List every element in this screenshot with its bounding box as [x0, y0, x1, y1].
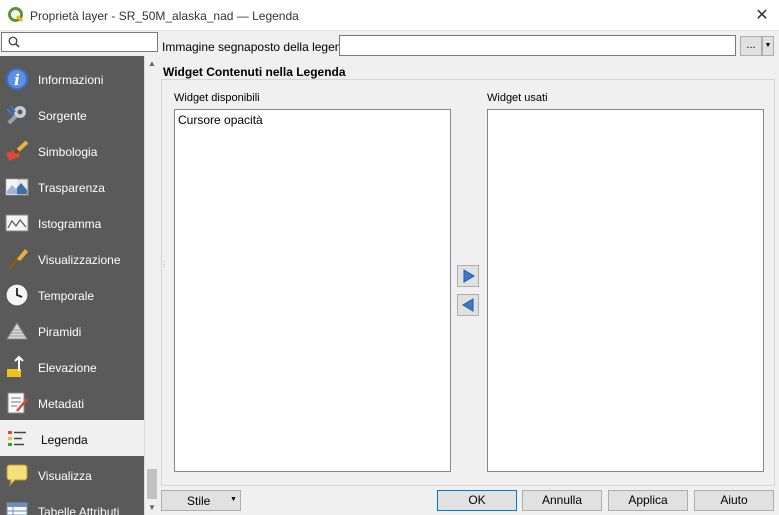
used-widgets-label: Widget usati: [487, 92, 548, 104]
sidebar-item-label: Istogramma: [38, 217, 102, 231]
rendering-icon: [7, 249, 28, 270]
display-icon: [6, 464, 28, 487]
available-widgets-label: Widget disponibili: [174, 92, 260, 104]
help-button[interactable]: Aiuto: [694, 490, 774, 511]
sidebar-item-visualizzazione[interactable]: Visualizzazione: [0, 240, 144, 276]
browse-button[interactable]: ...: [740, 36, 762, 56]
sidebar-item-label: Elevazione: [38, 361, 97, 375]
sidebar-item-piramidi[interactable]: Piramidi: [0, 312, 144, 348]
legend-panel: Immagine segnaposto della legenda ... ▼ …: [160, 31, 779, 515]
chevron-down-icon: ▼: [764, 42, 772, 49]
remove-widget-button[interactable]: [457, 294, 479, 316]
sidebar-scrollbar[interactable]: ▲ ▼: [144, 56, 158, 515]
sidebar-item-informazioni[interactable]: i Informazioni: [0, 60, 144, 96]
sidebar-item-label: Trasparenza: [38, 181, 105, 195]
sidebar-item-label: Visualizzazione: [38, 253, 121, 267]
close-button[interactable]: ✕: [745, 0, 779, 31]
sidebar-item-label: Simbologia: [38, 145, 98, 159]
sidebar-item-istogramma[interactable]: Istogramma: [0, 204, 144, 240]
sidebar-item-label: Sorgente: [38, 109, 87, 123]
sidebar-item-legenda[interactable]: Legenda: [0, 420, 144, 456]
sidebar-item-temporale[interactable]: Temporale: [0, 276, 144, 312]
attribute-tables-icon: [6, 502, 28, 515]
style-label: Stile: [187, 494, 211, 508]
scrollbar-thumb[interactable]: [147, 469, 157, 499]
metadata-icon: [7, 392, 28, 414]
sidebar-item-label: Metadati: [38, 397, 85, 411]
apply-button[interactable]: Applica: [608, 490, 688, 511]
arrow-right-icon: [463, 269, 475, 283]
elevation-icon: [7, 355, 24, 377]
window-title: Proprietà layer - SR_50M_alaska_nad — Le…: [30, 9, 299, 23]
style-menu-button[interactable]: Stile ▼: [161, 490, 241, 511]
list-item[interactable]: Cursore opacità: [178, 113, 263, 127]
svg-text:i: i: [14, 71, 20, 89]
sidebar-item-label: Legenda: [41, 433, 88, 447]
placeholder-image-label: Immagine segnaposto della legenda: [162, 40, 355, 54]
sidebar-item-trasparenza[interactable]: Trasparenza: [0, 168, 144, 204]
transparency-icon: [5, 178, 29, 196]
group-title: Widget Contenuti nella Legenda: [163, 65, 346, 79]
available-widgets-list[interactable]: Cursore opacità: [174, 109, 451, 472]
sidebar-list: i Informazioni Sorgente Simbologia Trasp…: [0, 56, 144, 515]
scroll-down-icon[interactable]: ▼: [148, 503, 156, 512]
search-input[interactable]: [1, 32, 158, 52]
search-icon: [8, 36, 20, 48]
add-widget-button[interactable]: [457, 265, 479, 287]
scroll-up-icon[interactable]: ▲: [148, 59, 156, 68]
pyramids-icon: [6, 322, 28, 340]
chevron-down-icon: ▼: [230, 496, 237, 503]
symbology-icon: [5, 140, 29, 161]
sidebar-item-elevazione[interactable]: Elevazione: [0, 348, 144, 384]
sidebar-item-tabelle-attributi[interactable]: Tabelle Attributi: [0, 492, 144, 515]
sidebar-item-label: Tabelle Attributi: [38, 505, 120, 515]
sidebar-item-metadati[interactable]: Metadati: [0, 384, 144, 420]
legend-icon: [8, 431, 26, 446]
arrow-left-icon: [462, 298, 474, 312]
title-bar: Proprietà layer - SR_50M_alaska_nad — Le…: [0, 0, 779, 31]
sidebar-item-label: Temporale: [38, 289, 95, 303]
information-icon: i: [6, 68, 28, 90]
source-icon: [6, 105, 26, 125]
sidebar-item-label: Piramidi: [38, 325, 82, 339]
used-widgets-list[interactable]: [487, 109, 764, 472]
sidebar: i Informazioni Sorgente Simbologia Trasp…: [0, 31, 160, 515]
legend-widgets-group: Widget disponibili Cursore opacità Widge…: [161, 79, 775, 486]
placeholder-image-input[interactable]: [339, 35, 736, 56]
sidebar-item-label: Informazioni: [38, 73, 104, 87]
sidebar-item-visualizza[interactable]: Visualizza: [0, 456, 144, 492]
browse-dropdown-button[interactable]: ▼: [762, 36, 774, 56]
sidebar-item-simbologia[interactable]: Simbologia: [0, 132, 144, 168]
sidebar-item-label: Visualizza: [38, 469, 92, 483]
qgis-icon: [8, 7, 24, 23]
cancel-button[interactable]: Annulla: [522, 490, 602, 511]
ok-button[interactable]: OK: [437, 490, 517, 511]
histogram-icon: [5, 214, 29, 232]
temporal-icon: [5, 283, 29, 307]
sidebar-item-sorgente[interactable]: Sorgente: [0, 96, 144, 132]
